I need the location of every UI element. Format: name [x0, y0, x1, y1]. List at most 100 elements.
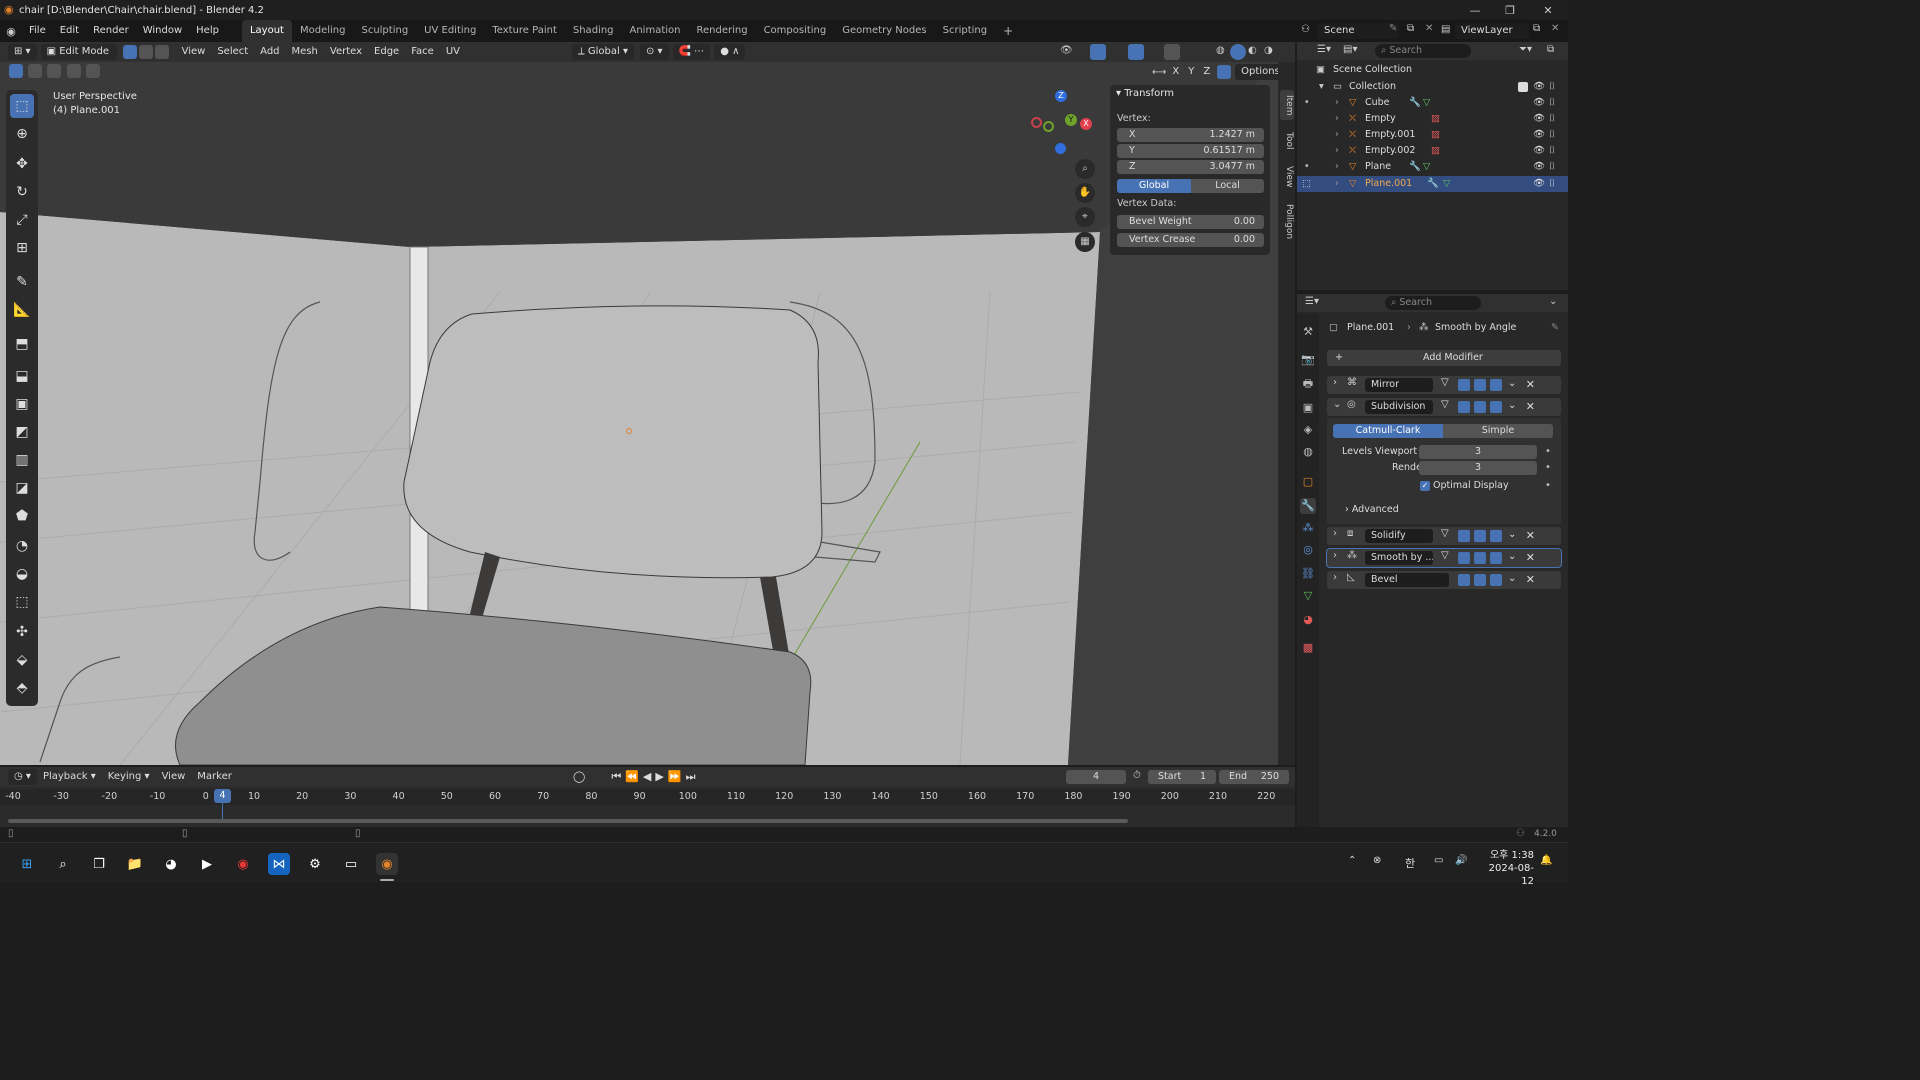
collection-render-icon[interactable]: ⌷: [1549, 79, 1555, 95]
blender-menu-icon[interactable]: ◉: [0, 25, 22, 38]
stopwatch-icon[interactable]: ⏱: [1133, 770, 1141, 781]
vertex-z-field[interactable]: Z 3.0477 m: [1117, 160, 1264, 174]
menu-edge[interactable]: Edge: [368, 44, 405, 60]
cursor-tool-icon[interactable]: ⊕: [10, 122, 34, 146]
render-camera-icon[interactable]: ⌷: [1549, 159, 1555, 175]
render-camera-icon[interactable]: ⌷: [1549, 95, 1555, 111]
search-icon[interactable]: ⌕: [52, 853, 74, 875]
mode-dropdown[interactable]: ▣ Edit Mode ▾: [40, 44, 117, 73]
render-camera-icon[interactable]: ⌷: [1549, 143, 1555, 159]
remove-scene-icon[interactable]: ✕: [1425, 23, 1433, 34]
outliner-item-cube[interactable]: • › ▽ Cube 🔧 ▽ 👁 ⌷: [1297, 95, 1568, 111]
output-properties-icon[interactable]: 🖶: [1300, 376, 1316, 392]
pin-icon[interactable]: ✎: [1389, 23, 1397, 34]
add-cube-tool-icon[interactable]: ⬒: [10, 332, 34, 356]
outliner-search-field[interactable]: ⌕ Search: [1375, 44, 1471, 58]
notification-bell-icon[interactable]: 🔔: [1540, 855, 1552, 866]
ime-indicator[interactable]: 한: [1405, 855, 1415, 871]
visibility-icon[interactable]: 👁: [1060, 45, 1073, 56]
scale-tool-icon[interactable]: ⤢: [10, 208, 34, 232]
gizmo-neg-z[interactable]: [1055, 143, 1066, 154]
knife-tool-icon[interactable]: ◪: [10, 476, 34, 500]
global-toggle[interactable]: Global: [1117, 179, 1191, 193]
collapse-icon[interactable]: ›: [1333, 572, 1337, 583]
end-frame-field[interactable]: End 250: [1219, 770, 1289, 784]
tray-app-icon[interactable]: ⊗: [1373, 855, 1381, 866]
tab-sculpting[interactable]: Sculpting: [353, 20, 416, 42]
collapse-icon[interactable]: ›: [1333, 550, 1337, 561]
modifier-name-field[interactable]: Bevel: [1365, 573, 1449, 587]
tab-scripting[interactable]: Scripting: [935, 20, 995, 42]
tab-tool[interactable]: Tool: [1280, 126, 1294, 156]
select-intersect-button[interactable]: [85, 64, 100, 78]
outliner-item-empty[interactable]: › ⛌ Empty ▨ 👁 ⌷: [1297, 111, 1568, 127]
render-camera-icon[interactable]: ⌷: [1549, 111, 1555, 127]
edge-select-button[interactable]: [138, 45, 153, 59]
collapse-icon[interactable]: ›: [1333, 377, 1337, 388]
render-toggle[interactable]: [1490, 574, 1502, 586]
next-keyframe-icon[interactable]: ⏩: [668, 770, 682, 784]
render-toggle[interactable]: [1490, 401, 1502, 413]
expand-icon[interactable]: ›: [1335, 127, 1339, 143]
smooth-tool-icon[interactable]: ◒: [10, 562, 34, 586]
tab-view[interactable]: View: [1280, 162, 1294, 192]
tab-shading[interactable]: Shading: [565, 20, 622, 42]
add-workspace-button[interactable]: +: [995, 20, 1021, 42]
jump-start-icon[interactable]: ⏮: [611, 770, 621, 784]
select-invert-button[interactable]: [66, 64, 81, 78]
orientation-dropdown[interactable]: ⟂ Global ▾: [572, 44, 634, 60]
render-levels-field[interactable]: 3: [1419, 461, 1537, 475]
tool-properties-icon[interactable]: ⚒: [1300, 324, 1316, 340]
viewport-toggle[interactable]: [1474, 552, 1486, 564]
outliner-item-plane[interactable]: • › ▽ Plane 🔧 ▽ 👁 ⌷: [1297, 159, 1568, 175]
shear-tool-icon[interactable]: ⬙: [10, 648, 34, 672]
render-properties-icon[interactable]: 📷: [1300, 352, 1316, 368]
timeline-scrollbar[interactable]: [8, 819, 1128, 823]
volume-icon[interactable]: 🔊: [1455, 855, 1467, 866]
edit-cage-icon[interactable]: ▽: [1441, 550, 1449, 561]
catmull-clark-toggle[interactable]: Catmull-Clark: [1333, 424, 1443, 438]
world-properties-icon[interactable]: ◍: [1300, 444, 1316, 460]
extrude-tool-icon[interactable]: ⬓: [10, 364, 34, 388]
outliner-item-plane-001[interactable]: ⬚ › ▽ Plane.001 🔧 ▽ 👁 ⌷: [1297, 176, 1568, 192]
expand-icon[interactable]: ›: [1335, 95, 1339, 111]
menu-window[interactable]: Window: [136, 20, 189, 42]
local-toggle[interactable]: Local: [1191, 179, 1264, 193]
menu-view[interactable]: View: [176, 44, 212, 60]
tab-compositing[interactable]: Compositing: [756, 20, 835, 42]
modifier-name-field[interactable]: Subdivision: [1365, 400, 1433, 414]
shrink-fatten-tool-icon[interactable]: ✣: [10, 620, 34, 644]
editmode-toggle[interactable]: [1458, 401, 1470, 413]
simple-toggle[interactable]: Simple: [1443, 424, 1553, 438]
dropdown-icon[interactable]: ⌄: [1508, 529, 1516, 540]
dropdown-icon[interactable]: ⌄: [1508, 378, 1516, 389]
collection-checkbox[interactable]: [1518, 82, 1528, 92]
gizmo-z-axis[interactable]: Z: [1055, 90, 1067, 102]
editmode-toggle[interactable]: [1458, 552, 1470, 564]
playhead[interactable]: 4: [214, 789, 231, 803]
measure-tool-icon[interactable]: 📐: [10, 298, 34, 322]
remove-modifier-icon[interactable]: ✕: [1526, 573, 1535, 586]
new-scene-icon[interactable]: ⧉: [1407, 23, 1414, 34]
outliner-item-empty-001[interactable]: › ⛌ Empty.001 ▨ 👁 ⌷: [1297, 127, 1568, 143]
advanced-subpanel[interactable]: › Advanced: [1345, 504, 1399, 515]
expand-icon[interactable]: ›: [1335, 176, 1339, 192]
scene-name-field[interactable]: Scene: [1317, 23, 1399, 39]
auto-merge-toggle[interactable]: [1217, 65, 1232, 79]
render-levels-keyframe-dot[interactable]: •: [1545, 462, 1551, 473]
particles-properties-icon[interactable]: ⁂: [1300, 520, 1316, 536]
outliner-scene-collection[interactable]: ▣ Scene Collection: [1297, 62, 1568, 78]
menu-help[interactable]: Help: [189, 20, 226, 42]
inset-tool-icon[interactable]: ▣: [10, 392, 34, 416]
menu-file[interactable]: File: [22, 20, 53, 42]
menu-mesh[interactable]: Mesh: [286, 44, 324, 60]
navigation-gizmo[interactable]: Z Y X: [1030, 90, 1095, 155]
menu-uv[interactable]: UV: [440, 44, 466, 60]
editmode-toggle[interactable]: [1458, 379, 1470, 391]
3d-viewport[interactable]: User Perspective (4) Plane.001 Z Y X ⌕ ✋…: [0, 62, 1278, 765]
edit-cage-icon[interactable]: ▽: [1441, 528, 1449, 539]
visibility-eye-icon[interactable]: 👁: [1533, 127, 1545, 143]
select-subtract-button[interactable]: [47, 64, 62, 78]
constraints-properties-icon[interactable]: ⛓: [1300, 566, 1316, 582]
rip-region-tool-icon[interactable]: ⬘: [10, 676, 34, 700]
